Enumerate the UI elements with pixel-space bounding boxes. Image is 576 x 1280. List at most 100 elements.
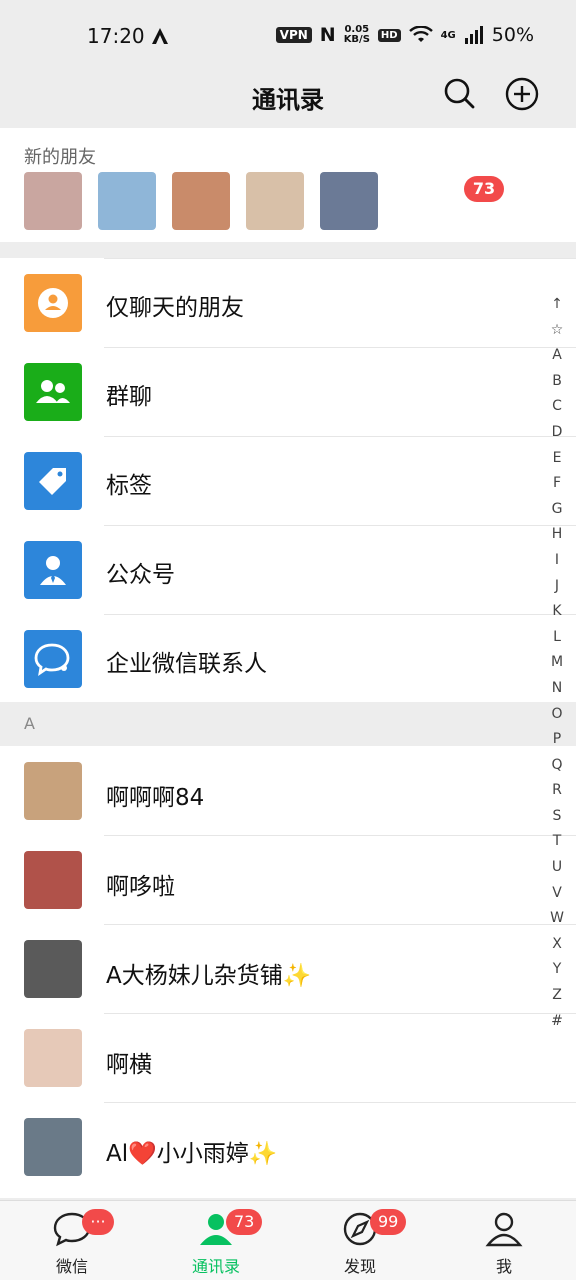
contact-name: 啊哆啦 bbox=[106, 874, 175, 900]
divider bbox=[104, 1013, 576, 1014]
index-letter[interactable]: O bbox=[551, 702, 562, 728]
index-letter[interactable]: S bbox=[553, 804, 562, 830]
contact-row[interactable]: A大杨妹儿杂货铺✨ bbox=[0, 924, 576, 1012]
index-letter[interactable]: U bbox=[552, 855, 562, 881]
divider bbox=[104, 525, 576, 526]
alphabet-index[interactable]: ↑ ☆ A B C D E F G H I J K L M N O P Q R S T U V W X Y Z # bbox=[544, 292, 570, 1034]
battery-level: 50% bbox=[491, 24, 534, 46]
contact-row[interactable]: 啊哆啦 bbox=[0, 835, 576, 923]
index-letter[interactable]: G bbox=[552, 497, 563, 523]
tab-chats[interactable]: ··· 微信 bbox=[0, 1201, 144, 1280]
signal-icon bbox=[464, 26, 483, 44]
contact-row[interactable]: Al❤️小小雨婷✨ bbox=[0, 1102, 576, 1190]
new-friend-avatar bbox=[24, 172, 82, 230]
contact-name: A大杨妹儿杂货铺✨ bbox=[106, 963, 312, 989]
index-letter[interactable]: R bbox=[552, 778, 562, 804]
page-title: 通讯录 bbox=[252, 86, 324, 114]
index-letter[interactable]: Y bbox=[553, 957, 562, 983]
index-letter[interactable]: T bbox=[553, 829, 562, 855]
tab-badge: 73 bbox=[226, 1209, 263, 1235]
index-letter[interactable]: J bbox=[555, 574, 559, 600]
tab-label: 微信 bbox=[55, 1257, 88, 1276]
contact-avatar bbox=[24, 762, 82, 820]
index-letter[interactable]: # bbox=[551, 1009, 563, 1035]
index-letter[interactable]: I bbox=[555, 548, 559, 574]
index-letter[interactable]: Q bbox=[551, 753, 562, 779]
menu-item-label: 公众号 bbox=[106, 562, 175, 588]
search-icon[interactable] bbox=[442, 76, 476, 110]
add-icon[interactable] bbox=[504, 76, 540, 112]
vpn-badge: VPN bbox=[275, 27, 312, 43]
tag-icon bbox=[24, 452, 82, 510]
official-account-icon bbox=[24, 541, 82, 599]
app-notification-icon bbox=[152, 28, 168, 44]
divider bbox=[104, 924, 576, 925]
new-friends-avatars bbox=[24, 172, 378, 230]
contact-name: 啊横 bbox=[106, 1052, 152, 1078]
index-letter[interactable]: M bbox=[551, 650, 563, 676]
index-letter[interactable]: C bbox=[552, 394, 562, 420]
divider bbox=[104, 258, 576, 259]
index-letter[interactable]: H bbox=[552, 522, 563, 548]
tab-label: 通讯录 bbox=[191, 1257, 240, 1276]
tab-badge: 99 bbox=[370, 1209, 407, 1235]
divider bbox=[104, 1102, 576, 1103]
bottom-tab-bar: ··· 微信 73 通讯录 99 发现 我 bbox=[0, 1200, 576, 1280]
index-letter[interactable]: V bbox=[552, 881, 562, 907]
tab-contacts[interactable]: 73 通讯录 bbox=[144, 1201, 288, 1280]
work-contacts-icon bbox=[24, 630, 82, 688]
menu-item-label: 企业微信联系人 bbox=[106, 651, 267, 677]
tab-me[interactable]: 我 bbox=[432, 1201, 576, 1280]
index-letter[interactable]: X bbox=[552, 932, 562, 958]
status-time: 17:20 bbox=[87, 24, 145, 48]
divider bbox=[104, 614, 576, 615]
menu-item-work-contacts[interactable]: 企业微信联系人 bbox=[0, 614, 576, 702]
index-letter[interactable]: B bbox=[552, 369, 562, 395]
menu-item-tags[interactable]: 标签 bbox=[0, 436, 576, 524]
index-letter[interactable]: W bbox=[550, 906, 564, 932]
index-letter[interactable]: D bbox=[552, 420, 563, 446]
contact-name: 啊啊啊84 bbox=[106, 785, 205, 811]
tab-label: 我 bbox=[495, 1257, 512, 1276]
menu-item-chat-only-friends[interactable]: 仅聊天的朋友 bbox=[0, 258, 576, 346]
menu-item-label: 群聊 bbox=[106, 384, 152, 410]
divider bbox=[104, 436, 576, 437]
contact-avatar bbox=[24, 851, 82, 909]
index-letter[interactable]: N bbox=[552, 676, 562, 702]
index-letter[interactable]: Z bbox=[552, 983, 562, 1009]
top-header: 通讯录 bbox=[0, 70, 576, 126]
contact-name: Al❤️小小雨婷✨ bbox=[106, 1141, 278, 1167]
contact-avatar bbox=[24, 940, 82, 998]
divider bbox=[104, 835, 576, 836]
index-letter[interactable]: P bbox=[553, 727, 561, 753]
new-friend-avatar bbox=[172, 172, 230, 230]
contact-row[interactable]: 啊横 bbox=[0, 1013, 576, 1101]
divider bbox=[104, 347, 576, 348]
status-bar: 17:20 VPN N 0.05 KB/S HD 4G 50% bbox=[0, 0, 576, 70]
new-friend-avatar bbox=[320, 172, 378, 230]
contact-list: 啊啊啊84 啊哆啦 A大杨妹儿杂货铺✨ 啊横 Al❤️小小雨婷✨ bbox=[0, 746, 576, 1198]
tab-badge: ··· bbox=[82, 1209, 114, 1235]
index-letter[interactable]: K bbox=[552, 599, 561, 625]
new-friends-label: 新的朋友 bbox=[24, 147, 96, 168]
index-letter[interactable]: E bbox=[553, 446, 562, 472]
network-speed-unit: KB/S bbox=[343, 34, 370, 45]
section-letter: A bbox=[24, 714, 35, 733]
index-letter[interactable]: ↑ bbox=[551, 292, 563, 318]
index-letter[interactable]: ☆ bbox=[551, 318, 564, 344]
network-type: 4G bbox=[440, 29, 456, 41]
contact-row[interactable]: 啊啊啊84 bbox=[0, 746, 576, 834]
index-letter[interactable]: L bbox=[553, 625, 561, 651]
menu-item-group-chat[interactable]: 群聊 bbox=[0, 347, 576, 435]
hd-badge: HD bbox=[377, 28, 401, 42]
index-letter[interactable]: F bbox=[553, 471, 561, 497]
menu-item-label: 标签 bbox=[106, 473, 152, 499]
menu-item-label: 仅聊天的朋友 bbox=[106, 295, 244, 321]
menu-item-official-accounts[interactable]: 公众号 bbox=[0, 525, 576, 613]
section-header-a: A bbox=[0, 702, 576, 746]
tab-discover[interactable]: 99 发现 bbox=[288, 1201, 432, 1280]
network-speed: 0.05 KB/S bbox=[344, 25, 370, 45]
index-letter[interactable]: A bbox=[552, 343, 562, 369]
new-friends-section[interactable]: 新的朋友 73 bbox=[0, 128, 576, 242]
group-chat-icon bbox=[24, 363, 82, 421]
